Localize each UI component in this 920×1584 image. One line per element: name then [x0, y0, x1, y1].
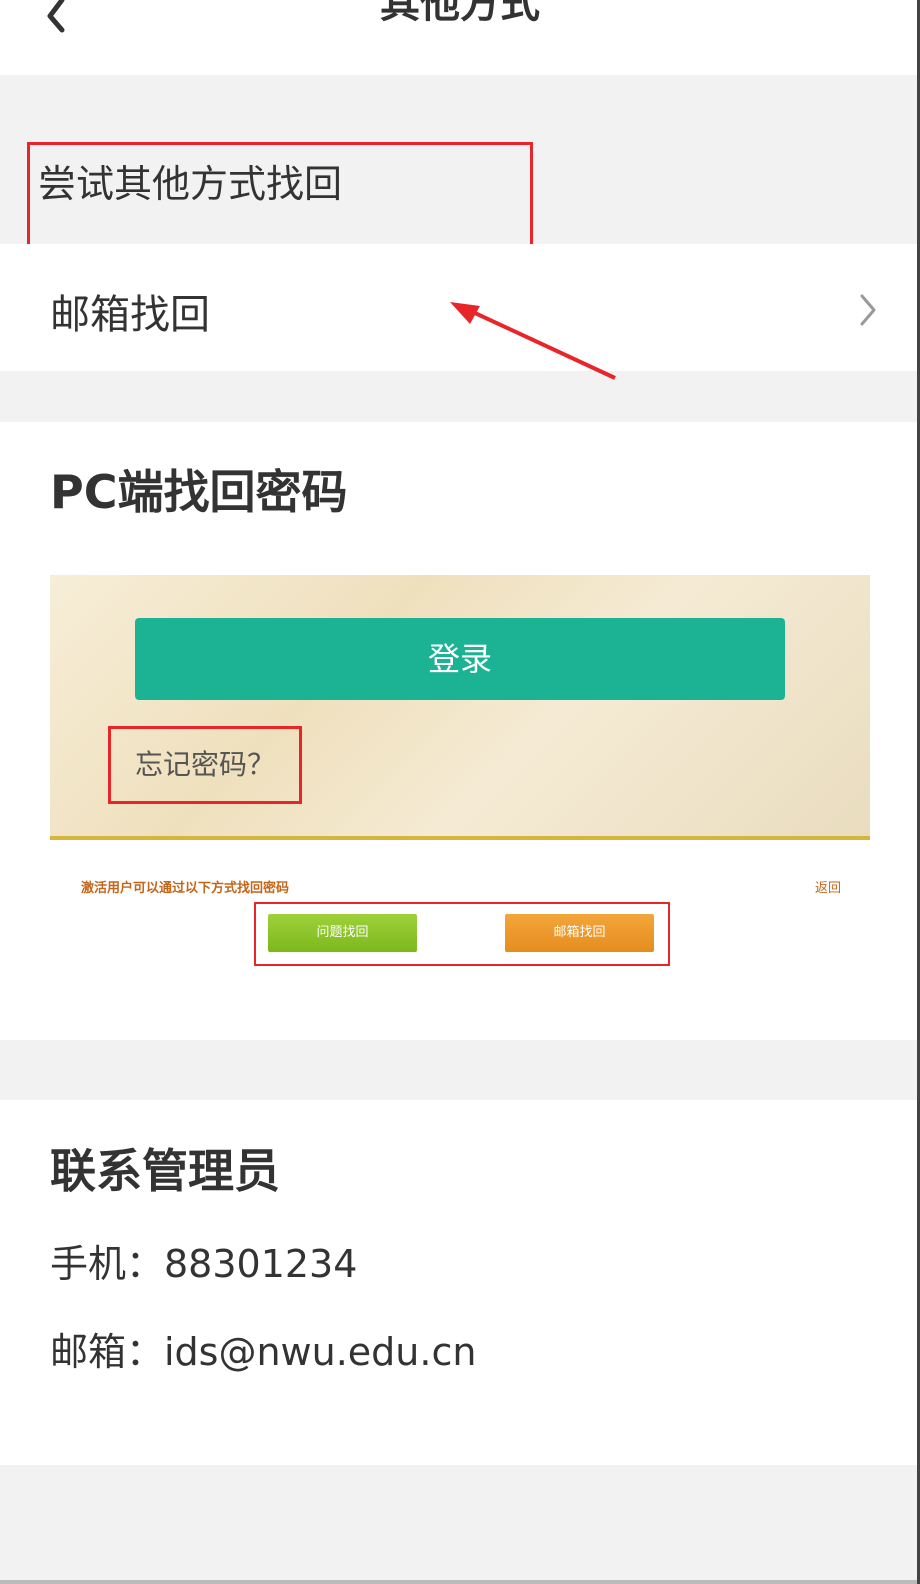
reset-back-link: 返回 [815, 881, 842, 896]
chevron-right-icon [860, 294, 876, 326]
pc-section-title: PC端找回密码 [50, 465, 348, 519]
login-button: 登录 [135, 618, 785, 700]
contact-title: 联系管理员 [50, 1144, 280, 1198]
contact-phone: 手机：88301234 [50, 1242, 358, 1286]
annotation-box [27, 142, 533, 254]
annotation-arrow-icon [450, 302, 616, 380]
question-recovery-button: 问题找回 [268, 914, 417, 952]
annotation-box [108, 726, 302, 804]
reset-hint-text: 激活用户可以通过以下方式找回密码 [81, 881, 290, 896]
mail-recovery-button: 邮箱找回 [505, 914, 654, 952]
page-title: 其他方式 [380, 0, 540, 27]
screenshot-divider [50, 836, 870, 840]
bottom-divider [0, 1580, 920, 1584]
email-recovery-label: 邮箱找回 [50, 292, 210, 338]
contact-email: 邮箱：ids@nwu.edu.cn [50, 1330, 477, 1374]
